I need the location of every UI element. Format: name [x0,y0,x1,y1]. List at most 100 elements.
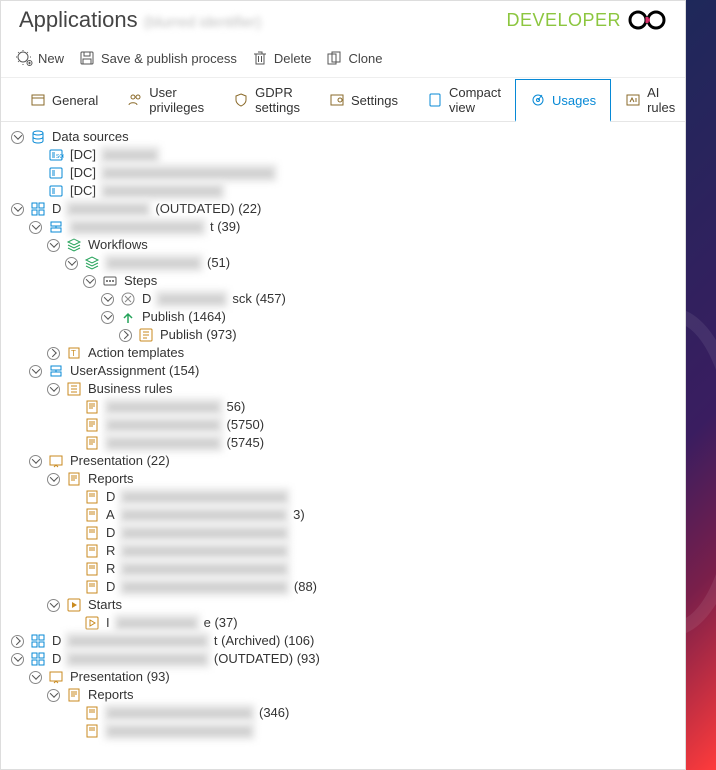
tree-item[interactable]: Ixxxxxxxxxxxxe (37) [65,614,675,632]
gear-plus-icon [15,49,33,67]
tab-ai-rules[interactable]: AI rules [610,78,690,121]
tree-node-steps[interactable]: Steps [83,272,675,290]
sql-db-icon: SQL [48,147,64,163]
tree-node-app-outdated[interactable]: Dxxxxxxxxxxxxxxxxxxxxx (OUTDATED) (93) [11,650,675,668]
new-button[interactable]: New [15,49,64,67]
tree-item[interactable]: Dxxxxxxxxxxsck (457) [101,290,675,308]
tree-node-presentation[interactable]: Presentation (22) [29,452,675,470]
tree-node[interactable]: xxxxxxxxxxxxxxxxxxxx t (39) [29,218,675,236]
report-icon [84,525,100,541]
publish-icon [120,309,136,325]
tree-node-reports[interactable]: Reports [47,470,675,488]
tree-item[interactable]: Rxxxxxxxxxxxxxxxxxxxxxxxxx [65,542,675,560]
process-icon [48,363,64,379]
tab-gdpr[interactable]: GDPR settings [218,78,315,121]
tree-item[interactable]: [DC]xxxxxxxxxxxxxxxxxxxxxxxxxx [29,164,675,182]
expander-icon[interactable] [11,203,24,216]
users-icon [127,92,143,108]
grid-icon [30,201,46,217]
expander-icon[interactable] [101,311,114,324]
main-panel: Applications (blurred identifier) DEVELO… [0,0,686,770]
tree-node-reports[interactable]: Reports [47,686,675,704]
tree-item[interactable]: Rxxxxxxxxxxxxxxxxxxxxxxxxx [65,560,675,578]
tab-user-privileges[interactable]: User privileges [112,78,219,121]
expander-icon[interactable] [47,383,60,396]
cancel-step-icon [120,291,136,307]
expander-icon[interactable] [119,329,132,342]
save-publish-button[interactable]: Save & publish process [78,49,237,67]
expander-icon[interactable] [29,671,42,684]
tree-node-app[interactable]: Dxxxxxxxxxxxx (OUTDATED) (22) [11,200,675,218]
settings-icon [329,92,345,108]
general-icon [30,92,46,108]
tree-item[interactable]: xxxxxxxxxxxxxxxxxxxxxx(346) [65,704,675,722]
rules-icon [66,381,82,397]
tree-item[interactable]: Axxxxxxxxxxxxxxxxxxxxxxxxx3) [65,506,675,524]
expander-icon[interactable] [47,239,60,252]
tree-view[interactable]: Data sources SQL [DC]xxxxxxxx [DC]xxxxxx… [1,122,685,769]
header: Applications (blurred identifier) DEVELO… [1,1,685,43]
trash-icon [251,49,269,67]
database-icon [30,129,46,145]
process-icon [48,219,64,235]
tab-usages[interactable]: Usages [515,79,611,122]
tree-item[interactable]: xxxxxxxxxxxxxxxxxxxxxx [65,722,675,740]
page-title: Applications (blurred identifier) [19,7,261,33]
expander-icon[interactable] [29,365,42,378]
expander-icon[interactable] [65,257,78,270]
tree-node[interactable]: xxxxxxxxxxxxxx (51) [65,254,675,272]
tree-item[interactable]: xxxxxxxxxxxxxxxxx56) [65,398,675,416]
expander-icon[interactable] [47,347,60,360]
toolbar: New Save & publish process Delete Clone [1,43,685,78]
delete-button[interactable]: Delete [251,49,312,67]
expander-icon[interactable] [11,653,24,666]
expander-icon[interactable] [11,131,24,144]
expander-icon[interactable] [47,473,60,486]
tree-item[interactable]: xxxxxxxxxxxxxxxxx(5750) [65,416,675,434]
report-icon [84,705,100,721]
expander-icon[interactable] [29,455,42,468]
presentation-icon [48,669,64,685]
workflow-icon [66,237,82,253]
tab-compact-view[interactable]: Compact view [412,78,516,121]
tree-item[interactable]: Dxxxxxxxxxxxxxxxxxxxxxxxxx [65,524,675,542]
tabs: General User privileges GDPR settings Se… [1,78,685,122]
tree-node-presentation[interactable]: Presentation (93) [29,668,675,686]
svg-text:T: T [71,349,76,358]
workflow-icon [84,255,100,271]
brand-word: DEVELOPER [506,10,621,31]
expander-icon[interactable] [47,599,60,612]
rule-icon [84,435,100,451]
clone-button[interactable]: Clone [325,49,382,67]
tree-node-user-assignment[interactable]: UserAssignment (154) [29,362,675,380]
tab-settings[interactable]: Settings [314,78,413,121]
tree-node-workflows[interactable]: Workflows [47,236,675,254]
tree-node-app-archived[interactable]: Dxxxxxxxxxxxxxxxxxxxxx t (Archived) (106… [11,632,675,650]
tree-node-business-rules[interactable]: Business rules [47,380,675,398]
expander-icon[interactable] [83,275,96,288]
expander-icon[interactable] [29,221,42,234]
tab-general[interactable]: General [15,78,113,121]
svg-text:SQL: SQL [56,154,64,160]
usages-icon [530,92,546,108]
tree-node-action-templates[interactable]: T Action templates [47,344,675,362]
title-subtext: (blurred identifier) [144,14,262,31]
tree-node-starts[interactable]: Starts [47,596,675,614]
tree-item[interactable]: Dxxxxxxxxxxxxxxxxxxxxxxxxx(88) [65,578,675,596]
tree-item[interactable]: Publish (973) [119,326,675,344]
reports-icon [66,687,82,703]
tree-item[interactable]: SQL [DC]xxxxxxxx [29,146,675,164]
report-icon [84,561,100,577]
expander-icon[interactable] [47,689,60,702]
tree-node-data-sources[interactable]: Data sources [11,128,675,146]
grid-icon [30,633,46,649]
tree-item[interactable]: Dxxxxxxxxxxxxxxxxxxxxxxxxx [65,488,675,506]
new-label: New [38,51,64,66]
shield-icon [233,92,249,108]
brand: DEVELOPER [506,8,669,32]
expander-icon[interactable] [11,635,24,648]
tree-item[interactable]: xxxxxxxxxxxxxxxxx(5745) [65,434,675,452]
tree-item[interactable]: [DC]xxxxxxxxxxxxxxxxxx [29,182,675,200]
expander-icon[interactable] [101,293,114,306]
tree-item[interactable]: Publish (1464) [101,308,675,326]
